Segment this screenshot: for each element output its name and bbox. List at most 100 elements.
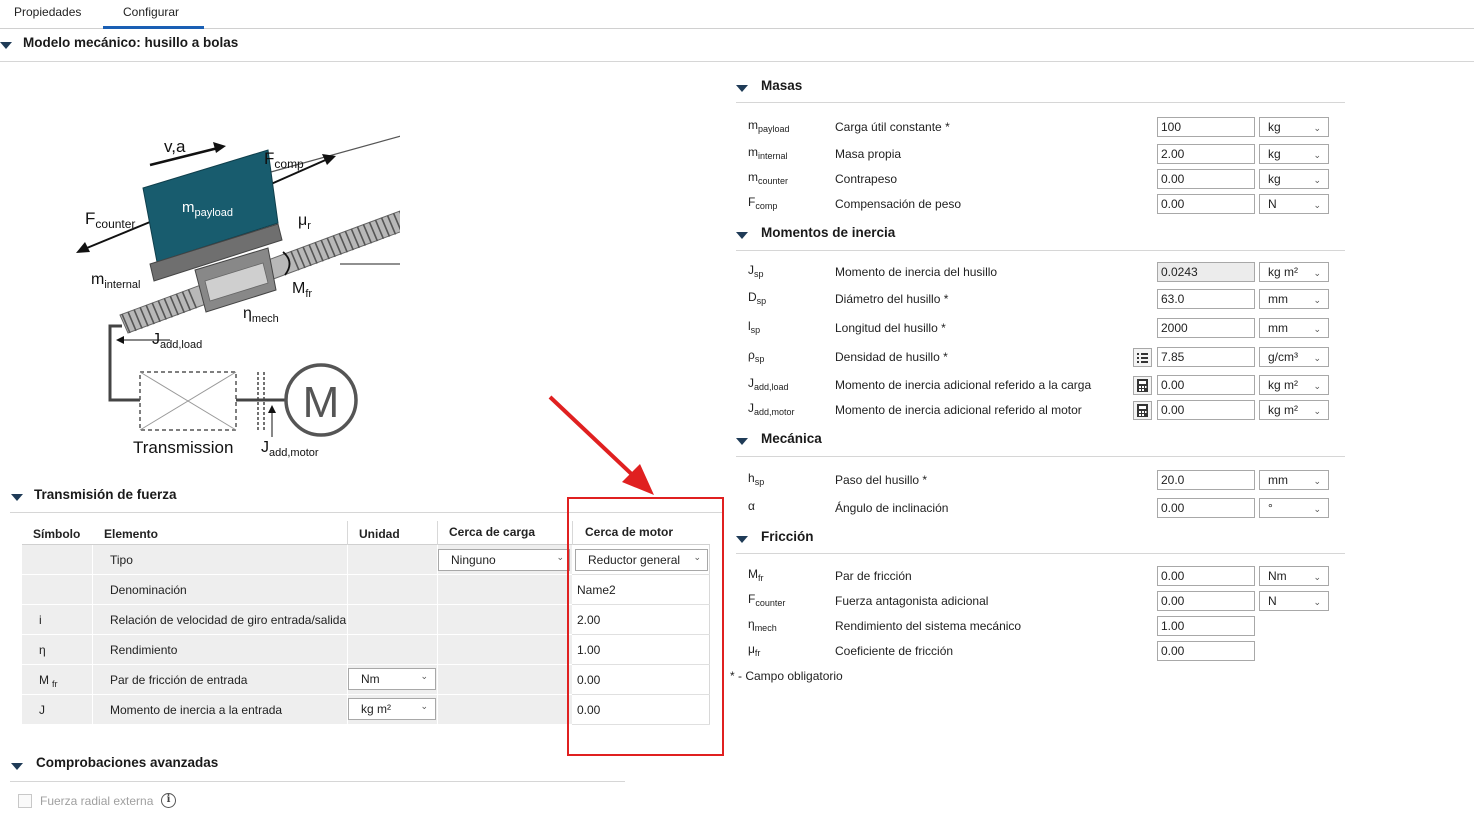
diagram-label-jaddmotor: Jadd,motor [261,439,319,459]
diagram-label-mur: μr [298,212,311,232]
tab-configurar[interactable]: Configurar [103,4,204,29]
row-label: Diámetro del husillo * [835,292,949,306]
divider [22,724,572,725]
unit-select[interactable]: N ⌄ [1259,591,1329,611]
unit-select[interactable]: kg ⌄ [1259,169,1329,189]
collapse-masas-icon[interactable] [736,85,748,92]
unit-select[interactable]: kg m² ⌄ [348,698,436,720]
value-input[interactable]: 20.0 [1157,470,1255,490]
unit-select-value: kg [1268,172,1281,186]
calculator-icon[interactable] [1133,401,1152,420]
row-symbol: Fcomp [748,195,778,211]
unit-select[interactable]: kg ⌄ [1259,117,1329,137]
divider [736,456,1345,457]
unit-select-value: Nm [1268,569,1287,583]
inercia-title: Momentos de inercia [761,225,896,240]
value-input[interactable]: 0.0243 [1157,262,1255,282]
unit-select[interactable]: mm ⌄ [1259,470,1329,490]
row-symbol: Mfr [39,673,58,690]
row-symbol: ηmech [748,617,777,633]
value-input[interactable]: 2.00 [1157,144,1255,164]
divider [736,553,1345,554]
divider [437,545,438,725]
unit-select-value: kg [1268,147,1281,161]
collapse-avanzadas-icon[interactable] [11,763,23,770]
unit-select[interactable]: kg m² ⌄ [1259,262,1329,282]
chevron-down-icon: ⌄ [1313,150,1321,160]
value-input[interactable]: 0.00 [1157,169,1255,189]
divider [22,574,572,575]
value-input[interactable]: 0.00 [1157,591,1255,611]
value-input[interactable]: 100 [1157,117,1255,137]
chevron-down-icon: ⌄ [1313,406,1321,416]
value-input[interactable]: 0.00 [1157,566,1255,586]
friccion-title: Fricción [761,529,814,544]
collapse-inercia-icon[interactable] [736,232,748,239]
row-label: Ángulo de inclinación [835,501,949,515]
unit-select[interactable]: Nm ⌄ [1259,566,1329,586]
value-input[interactable]: 0.00 [1157,641,1255,661]
value-input[interactable]: 1.00 [1157,616,1255,636]
chevron-down-icon: ⌄ [1313,324,1321,334]
divider [22,604,572,605]
unit-select[interactable]: kg m² ⌄ [1259,400,1329,420]
row-symbol: ρsp [748,348,765,364]
row-symbol: Jadd,load [748,376,789,392]
unit-select-value: mm [1268,321,1288,335]
unit-select[interactable]: mm ⌄ [1259,289,1329,309]
unit-select[interactable]: mm ⌄ [1259,318,1329,338]
unit-select[interactable]: kg m² ⌄ [1259,375,1329,395]
value-input[interactable]: 2000 [1157,318,1255,338]
row-label: Paso del husillo * [835,473,928,487]
tab-propiedades[interactable]: Propiedades [14,4,81,29]
carga-select[interactable]: Ninguno ⌄ [438,549,570,571]
collapse-mecanica-icon[interactable] [736,438,748,445]
row-label: Momento de inercia adicional referido a … [835,378,1092,392]
row-label: Contrapeso [835,172,898,186]
row-label: Compensación de peso [835,197,962,211]
fuerza-radial-checkbox[interactable] [18,794,32,808]
row-label: Fuerza antagonista adicional [835,594,989,608]
info-icon[interactable]: i [161,793,176,808]
row-symbol: mcounter [748,170,789,186]
chevron-down-icon: ⌄ [556,552,564,562]
row-element: Momento de inercia a la entrada [110,703,283,717]
value-input[interactable]: 0.00 [1157,400,1255,420]
row-symbol: Dsp [748,290,767,306]
unit-select[interactable]: ° ⌄ [1259,498,1329,518]
diagram-label-mfr: Mfr [292,280,312,300]
collapse-friccion-icon[interactable] [736,536,748,543]
collapse-transmision-icon[interactable] [11,494,23,501]
calculator-icon[interactable] [1133,376,1152,395]
chevron-down-icon: ⌄ [1313,353,1321,363]
row-label: Masa propia [835,147,902,161]
diagram-label-etamech: ηmech [243,305,279,325]
row-element: Rendimiento [110,643,178,657]
row-symbol: Jadd,motor [748,401,795,417]
value-input[interactable]: 0.00 [1157,375,1255,395]
value-input[interactable]: 7.85 [1157,347,1255,367]
row-element: Par de fricción de entrada [110,673,248,687]
diagram-label-fcounter: Fcounter [85,209,135,231]
row-element: Denominación [110,583,187,597]
divider [22,634,572,635]
diagram-label-jaddload: Jadd,load [152,331,202,351]
value-input[interactable]: 0.00 [1157,194,1255,214]
row-label: Longitud del husillo * [835,321,946,335]
chevron-down-icon: ⌄ [1313,268,1321,278]
unit-select-value: g/cm³ [1268,350,1298,364]
unit-select-value: N [1268,594,1277,608]
unit-select[interactable]: kg ⌄ [1259,144,1329,164]
table-body [22,545,572,725]
list-icon[interactable] [1133,348,1152,367]
unit-select[interactable]: N ⌄ [1259,194,1329,214]
annotation-arrow [548,395,654,495]
unit-select[interactable]: g/cm³ ⌄ [1259,347,1329,367]
value-input[interactable]: 0.00 [1157,498,1255,518]
value-input[interactable]: 63.0 [1157,289,1255,309]
chevron-down-icon: ⌄ [420,671,428,681]
unit-select-value: mm [1268,292,1288,306]
row-label: Rendimiento del sistema mecánico [835,619,1022,633]
unit-select[interactable]: Nm ⌄ [348,668,436,690]
collapse-model-icon[interactable] [0,42,12,49]
